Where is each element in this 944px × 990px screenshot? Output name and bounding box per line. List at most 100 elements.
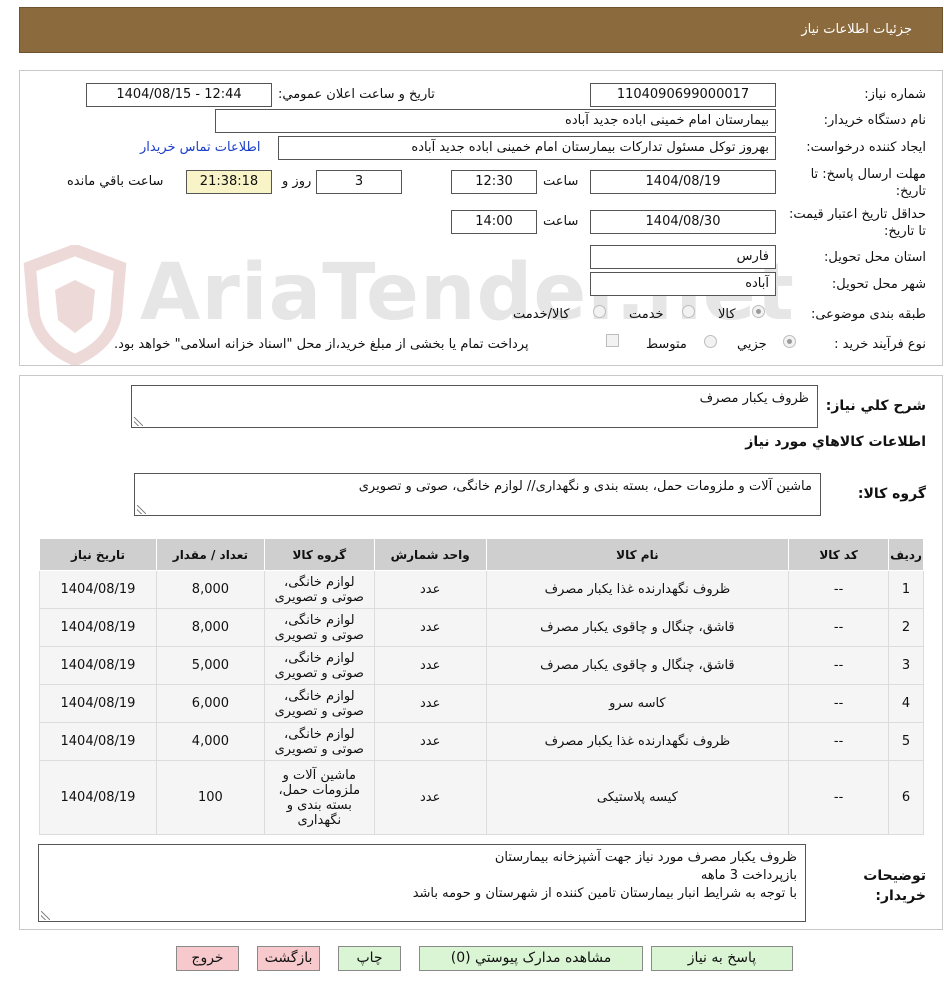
cell-group: لوازم خانگی، صوتی و تصویری: [263, 646, 375, 685]
time-remaining-label: ساعت باقي مانده: [67, 174, 164, 189]
cell-unit: عدد: [373, 722, 487, 761]
category-service-label: خدمت: [629, 307, 664, 322]
cell-qty: 100: [155, 760, 265, 835]
buyer-notes-label: توضيحات خريدار:: [863, 868, 926, 904]
days-label: روز و: [282, 174, 312, 189]
cell-code: --: [788, 646, 890, 685]
cell-group: لوازم خانگی، صوتی و تصویری: [263, 722, 375, 761]
treasury-payment-note: پرداخت تمام يا بخشی از مبلغ خريد،از محل …: [114, 337, 529, 352]
category-both-radio[interactable]: [593, 305, 606, 318]
cell-group: لوازم خانگی، صوتی و تصویری: [263, 570, 375, 609]
cell-code: --: [788, 608, 890, 647]
table-row[interactable]: 5 -- ظروف نگهدارنده غذا یکبار مصرف عدد ل…: [39, 722, 924, 761]
cell-unit: عدد: [373, 684, 487, 723]
city-label: شهر محل تحويل:: [831, 277, 926, 292]
buyer-notes-line: بازپرداخت 3 ماهه: [700, 868, 797, 883]
cell-date: 1404/08/19: [39, 722, 157, 761]
creator-label: ايجاد کننده درخواست:: [806, 140, 926, 155]
buyer-org-field: بیمارستان امام خمینی اباده جدید آباده: [215, 109, 776, 133]
cell-qty: 6,000: [155, 684, 265, 723]
cell-name: کاسه سرو: [485, 684, 790, 723]
cell-code: --: [788, 570, 890, 609]
price-time-label: ساعت: [543, 214, 579, 229]
announce-field: 1404/08/15 - 12:44: [86, 83, 272, 107]
cell-date: 1404/08/19: [39, 608, 157, 647]
cell-row: 2: [888, 608, 924, 647]
cell-name: کیسه پلاستیکی: [485, 760, 790, 835]
goods-group-value: ماشین آلات و ملزومات حمل، بسته بندی و نگ…: [358, 479, 812, 494]
purchase-minor-radio[interactable]: [783, 335, 796, 348]
cell-date: 1404/08/19: [39, 646, 157, 685]
price-date-field: 1404/08/30: [590, 210, 776, 234]
cell-name: ظروف نگهدارنده غذا یکبار مصرف: [485, 570, 790, 609]
resize-grip-icon[interactable]: [134, 417, 143, 426]
cell-unit: عدد: [373, 608, 487, 647]
col-qty: تعداد / مقدار: [155, 538, 265, 571]
general-description-field[interactable]: ظروف یکبار مصرف: [131, 385, 818, 428]
category-both-label: کالا/خدمت: [513, 307, 570, 322]
treasury-payment-checkbox[interactable]: [606, 334, 619, 347]
table-row[interactable]: 1 -- ظروف نگهدارنده غذا یکبار مصرف عدد ل…: [39, 570, 924, 609]
category-goods-radio[interactable]: [752, 305, 765, 318]
col-code: کد کالا: [788, 538, 890, 571]
goods-info-title: اطلاعات کالاهاي مورد نياز: [745, 434, 926, 450]
table-row[interactable]: 3 -- قاشق، چنگال و چاقوی یکبار مصرف عدد …: [39, 646, 924, 685]
cell-date: 1404/08/19: [39, 570, 157, 609]
time-remaining-field: 21:38:18: [186, 170, 272, 194]
page-title: جزئیات اطلاعات نیاز: [801, 22, 912, 37]
province-field: فارس: [590, 245, 776, 269]
col-row: رديف: [888, 538, 924, 571]
cell-unit: عدد: [373, 646, 487, 685]
category-goods-label: کالا: [718, 307, 736, 322]
purchase-medium-label: متوسط: [646, 337, 687, 352]
reply-time-label: ساعت: [543, 174, 579, 189]
cell-unit: عدد: [373, 760, 487, 835]
cell-code: --: [788, 684, 890, 723]
resize-grip-icon[interactable]: [137, 505, 146, 514]
table-row[interactable]: 2 -- قاشق، چنگال و چاقوی یکبار مصرف عدد …: [39, 608, 924, 647]
col-date: تاريخ نياز: [39, 538, 157, 571]
reply-button[interactable]: پاسخ به نياز: [651, 946, 793, 971]
announce-value: 1404/08/15 - 12:44: [116, 87, 242, 102]
cell-code: --: [788, 760, 890, 835]
category-label: طبقه بندی موضوعی:: [810, 307, 926, 322]
cell-name: قاشق، چنگال و چاقوی یکبار مصرف: [485, 608, 790, 647]
announce-label: تاريخ و ساعت اعلان عمومي:: [278, 87, 435, 102]
buyer-org-label: نام دستگاه خريدار:: [823, 113, 926, 128]
table-row[interactable]: 6 -- کیسه پلاستیکی عدد ماشین آلات و ملزو…: [39, 760, 924, 835]
cell-name: ظروف نگهدارنده غذا یکبار مصرف: [485, 722, 790, 761]
goods-group-label: گروه کالا:: [857, 486, 926, 502]
view-attachments-button[interactable]: مشاهده مدارک پيوستي (0): [419, 946, 643, 971]
cell-code: --: [788, 722, 890, 761]
buyer-notes-line: ظروف یکبار مصرف مورد نیاز جهت آشپزخانه ب…: [494, 850, 797, 865]
need-number-field: 1104090699000017: [590, 83, 776, 107]
general-description-label: شرح کلي نياز:: [825, 398, 926, 414]
cell-group: ماشین آلات و ملزومات حمل، بسته بندی و نگ…: [263, 760, 375, 835]
cell-row: 5: [888, 722, 924, 761]
reply-date-field: 1404/08/19: [590, 170, 776, 194]
category-service-radio[interactable]: [682, 305, 695, 318]
goods-table: رديف کد کالا نام کالا واحد شمارش گروه کا…: [39, 538, 924, 835]
cell-unit: عدد: [373, 570, 487, 609]
back-button[interactable]: بازگشت: [257, 946, 320, 971]
cell-row: 6: [888, 760, 924, 835]
reply-deadline-label: مهلت ارسال پاسخ: تا تاريخ:: [810, 167, 926, 199]
buyer-notes-field[interactable]: ظروف یکبار مصرف مورد نیاز جهت آشپزخانه ب…: [38, 844, 806, 922]
goods-group-field[interactable]: ماشین آلات و ملزومات حمل، بسته بندی و نگ…: [134, 473, 821, 516]
province-label: استان محل تحويل:: [824, 250, 926, 265]
need-number-label: شماره نیاز:: [864, 87, 926, 102]
cell-name: قاشق، چنگال و چاقوی یکبار مصرف: [485, 646, 790, 685]
resize-grip-icon[interactable]: [41, 911, 50, 920]
col-name: نام کالا: [485, 538, 790, 571]
table-row[interactable]: 4 -- کاسه سرو عدد لوازم خانگی، صوتی و تص…: [39, 684, 924, 723]
print-button[interactable]: چاپ: [338, 946, 401, 971]
exit-button[interactable]: خروج: [176, 946, 239, 971]
purchase-medium-radio[interactable]: [704, 335, 717, 348]
price-validity-label: حداقل تاريخ اعتبار قيمت: تا تاريخ:: [788, 207, 926, 239]
buyer-notes-line: با توجه به شرایط انبار بیمارستان تامین ک…: [412, 886, 797, 901]
buyer-contact-link[interactable]: اطلاعات تماس خريدار: [140, 140, 260, 155]
days-remaining-field: 3: [316, 170, 402, 194]
creator-field: بهروز توکل مسئول تدارکات بیمارستان امام …: [278, 136, 776, 160]
cell-qty: 8,000: [155, 570, 265, 609]
cell-group: لوازم خانگی، صوتی و تصویری: [263, 684, 375, 723]
